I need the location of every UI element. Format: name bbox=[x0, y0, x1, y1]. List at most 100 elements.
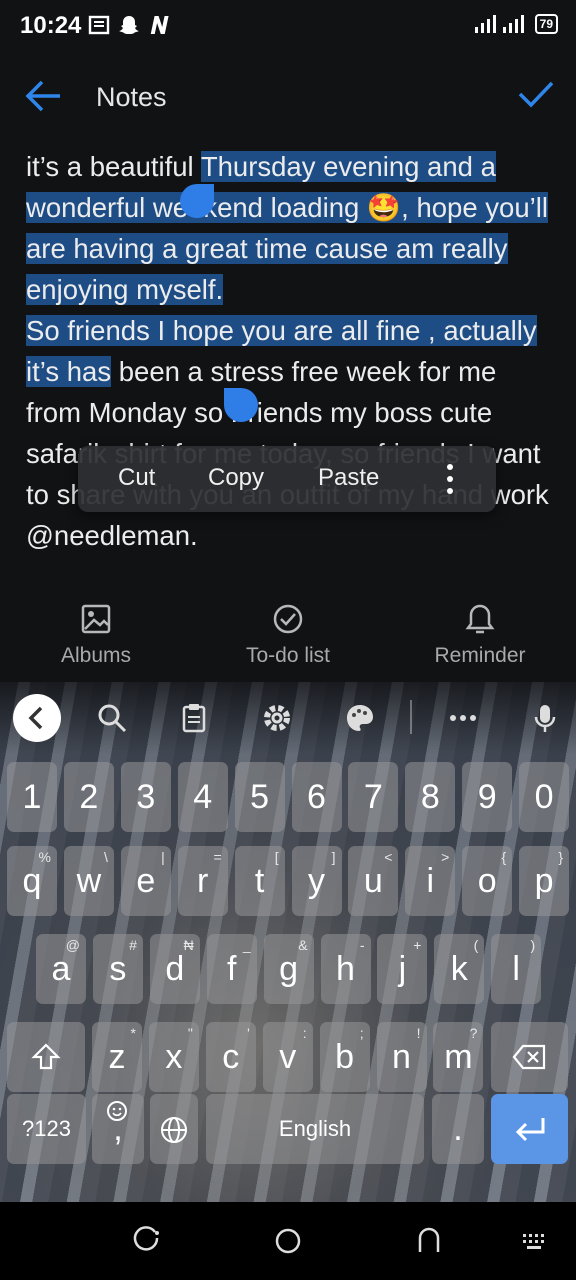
key-u-label: u bbox=[363, 862, 383, 900]
key-z-hint: * bbox=[130, 1025, 136, 1041]
recent-apps-icon[interactable] bbox=[133, 1226, 163, 1256]
key-r-hint: = bbox=[213, 849, 222, 865]
key-a[interactable]: a @ bbox=[36, 934, 86, 1004]
key-i-label: i bbox=[426, 862, 435, 900]
key-p[interactable]: p} bbox=[519, 846, 570, 916]
key-4-label: 4 bbox=[193, 778, 213, 816]
key-b[interactable]: b; bbox=[319, 1022, 370, 1092]
key-t-hint: [ bbox=[274, 849, 279, 865]
key-i[interactable]: i > bbox=[405, 846, 456, 916]
key-f[interactable]: f _ bbox=[206, 934, 257, 1004]
microphone-icon[interactable] bbox=[529, 702, 561, 734]
bell-icon bbox=[465, 604, 495, 634]
back-nav-icon[interactable] bbox=[414, 1226, 444, 1256]
key-w-label: w bbox=[76, 862, 102, 900]
backspace-key[interactable] bbox=[491, 1022, 568, 1092]
key-d[interactable]: d ₦ bbox=[149, 934, 200, 1004]
cut-button[interactable]: Cut bbox=[118, 464, 155, 492]
paste-button[interactable]: Paste bbox=[318, 464, 379, 492]
clipboard-icon[interactable] bbox=[178, 702, 210, 734]
key-q[interactable]: q% bbox=[7, 846, 57, 916]
key-c[interactable]: c ' bbox=[205, 1022, 256, 1092]
key-s-label: s bbox=[109, 950, 127, 988]
key-u-hint: < bbox=[384, 849, 393, 865]
symbols-key[interactable]: ?123 bbox=[7, 1094, 86, 1164]
key-g-hint: & bbox=[298, 937, 308, 953]
key-v-hint: : bbox=[302, 1025, 307, 1041]
key-o[interactable]: o{ bbox=[462, 846, 513, 916]
key-k-label: k bbox=[450, 950, 468, 988]
gear-icon[interactable] bbox=[261, 702, 293, 734]
key-y[interactable]: y] bbox=[291, 846, 342, 916]
key-r[interactable]: r = bbox=[177, 846, 228, 916]
app-header: Notes bbox=[0, 60, 576, 136]
notification-icons bbox=[88, 14, 170, 36]
keyboard-collapse-button[interactable] bbox=[13, 694, 61, 742]
key-j-hint: + bbox=[413, 937, 422, 953]
key-k[interactable]: k( bbox=[434, 934, 485, 1004]
key-l[interactable]: l) bbox=[491, 934, 542, 1004]
key-s[interactable]: s # bbox=[92, 934, 143, 1004]
key-c-label: c bbox=[222, 1038, 240, 1076]
key-x[interactable]: x " bbox=[148, 1022, 199, 1092]
key-p-label: p bbox=[534, 862, 554, 900]
key-b-hint: ; bbox=[359, 1025, 364, 1041]
key-n-label: n bbox=[392, 1038, 411, 1076]
key-g[interactable]: g & bbox=[263, 934, 314, 1004]
todo-list-button[interactable]: To-do list bbox=[218, 602, 358, 668]
key-d-label: d bbox=[165, 950, 185, 988]
key-g-label: g bbox=[279, 950, 299, 988]
key-h-label: h bbox=[336, 950, 355, 988]
space-bar[interactable]: English bbox=[206, 1094, 424, 1164]
comma-key[interactable]: , bbox=[92, 1094, 144, 1164]
home-icon[interactable] bbox=[273, 1226, 303, 1256]
key-m[interactable]: m? bbox=[433, 1022, 484, 1092]
soft-keyboard: 1 2 3 4 5 6 7 8 9 0 q% w \ e | r = t[y] u < i > o{p} a @ s # d ₦ f _ g &… bbox=[0, 682, 576, 1202]
key-m-hint: ? bbox=[469, 1025, 478, 1041]
key-w[interactable]: w \ bbox=[63, 846, 114, 916]
keyboard-icon[interactable] bbox=[520, 1226, 550, 1256]
key-z-label: z bbox=[108, 1038, 126, 1076]
backspace-icon bbox=[512, 1044, 545, 1070]
period-key[interactable]: . bbox=[432, 1094, 484, 1164]
key-v[interactable]: v: bbox=[262, 1022, 313, 1092]
enter-arrow-icon bbox=[515, 1118, 544, 1142]
key-t-label: t bbox=[254, 862, 265, 900]
albums-label: Albums bbox=[60, 644, 132, 667]
key-h[interactable]: h- bbox=[320, 934, 371, 1004]
note-text-selected[interactable]: Thursday evening and a wonderful weekend… bbox=[26, 151, 548, 387]
copy-button[interactable]: Copy bbox=[208, 464, 264, 492]
todo-list-label: To-do list bbox=[245, 644, 331, 667]
key-n[interactable]: n! bbox=[376, 1022, 427, 1092]
back-arrow-icon[interactable] bbox=[22, 76, 66, 116]
key-1-label: 1 bbox=[22, 778, 42, 816]
shift-arrow-icon bbox=[31, 1043, 61, 1070]
selection-end-handle[interactable] bbox=[224, 388, 258, 422]
search-icon[interactable] bbox=[96, 702, 128, 734]
key-6-label: 6 bbox=[307, 778, 326, 816]
palette-icon[interactable] bbox=[344, 702, 376, 734]
key-e[interactable]: e | bbox=[120, 846, 171, 916]
enter-key[interactable] bbox=[491, 1094, 568, 1164]
reminder-button[interactable]: Reminder bbox=[410, 602, 550, 668]
shift-key[interactable] bbox=[7, 1022, 85, 1092]
key-u[interactable]: u < bbox=[348, 846, 399, 916]
signal-icon bbox=[474, 15, 496, 33]
key-o-label: o bbox=[477, 862, 497, 900]
key-x-label: x bbox=[165, 1038, 183, 1076]
more-horizontal-icon[interactable] bbox=[447, 702, 479, 734]
albums-button[interactable]: Albums bbox=[26, 602, 166, 668]
key-z[interactable]: z * bbox=[92, 1022, 142, 1092]
more-options-icon[interactable] bbox=[444, 462, 456, 496]
key-y-label: y bbox=[308, 862, 325, 900]
selection-start-handle[interactable] bbox=[180, 184, 214, 218]
key-l-hint: ) bbox=[530, 937, 536, 953]
key-0-label: 0 bbox=[534, 778, 554, 816]
key-t[interactable]: t[ bbox=[234, 846, 285, 916]
key-7-label: 7 bbox=[363, 778, 383, 816]
image-icon bbox=[81, 604, 111, 634]
key-j[interactable]: j + bbox=[377, 934, 428, 1004]
done-check-icon[interactable] bbox=[516, 74, 556, 114]
language-key[interactable] bbox=[150, 1094, 198, 1164]
snapchat-icon bbox=[119, 16, 139, 34]
